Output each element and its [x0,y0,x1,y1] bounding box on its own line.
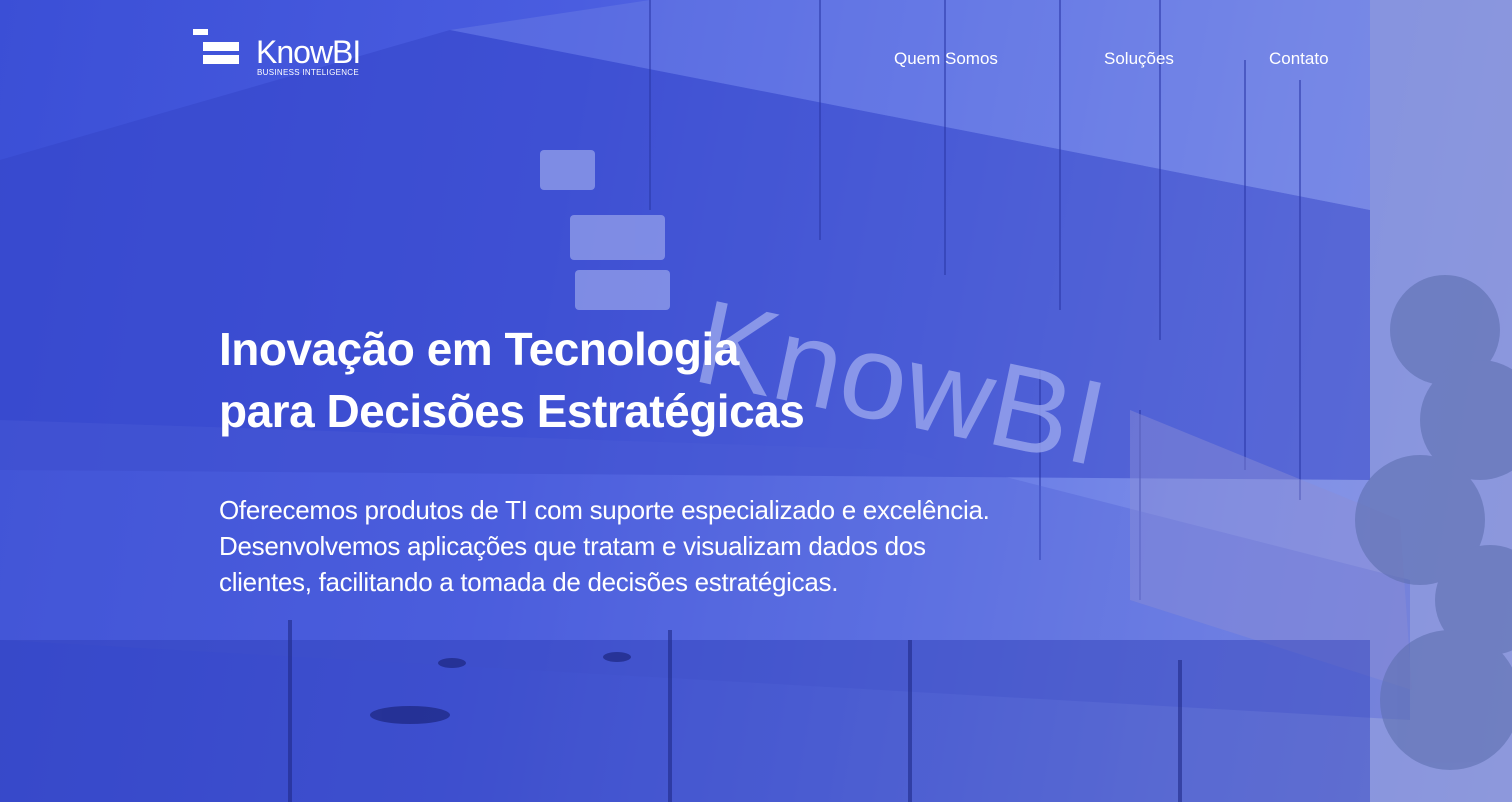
stacked-bars-logo-icon [193,29,239,64]
hero-title-line: para Decisões Estratégicas [219,385,805,437]
brand-logo[interactable]: KnowBI BUSINESS INTELIGENCE [193,29,373,81]
hero-section: KnowBI KnowBI BUSINESS INTELIGENCE Quem … [0,0,1512,802]
hero-title-line: Inovação em Tecnologia [219,323,739,375]
nav-link-contato[interactable]: Contato [1269,48,1329,70]
hero-title: Inovação em Tecnologia para Decisões Est… [219,318,1119,442]
hero-description: Oferecemos produtos de TI com suporte es… [219,492,1119,600]
hero-description-line: Oferecemos produtos de TI com suporte es… [219,495,990,525]
brand-name: KnowBI [256,34,361,70]
nav-link-solucoes[interactable]: Soluções [1104,48,1174,70]
hero-description-line: clientes, facilitando a tomada de decisõ… [219,567,839,597]
hero-description-line: Desenvolvemos aplicações que tratam e vi… [219,531,926,561]
brand-tagline: BUSINESS INTELIGENCE [257,68,360,77]
nav-link-quem-somos[interactable]: Quem Somos [894,48,998,70]
site-header: KnowBI BUSINESS INTELIGENCE Quem Somos S… [0,0,1512,110]
